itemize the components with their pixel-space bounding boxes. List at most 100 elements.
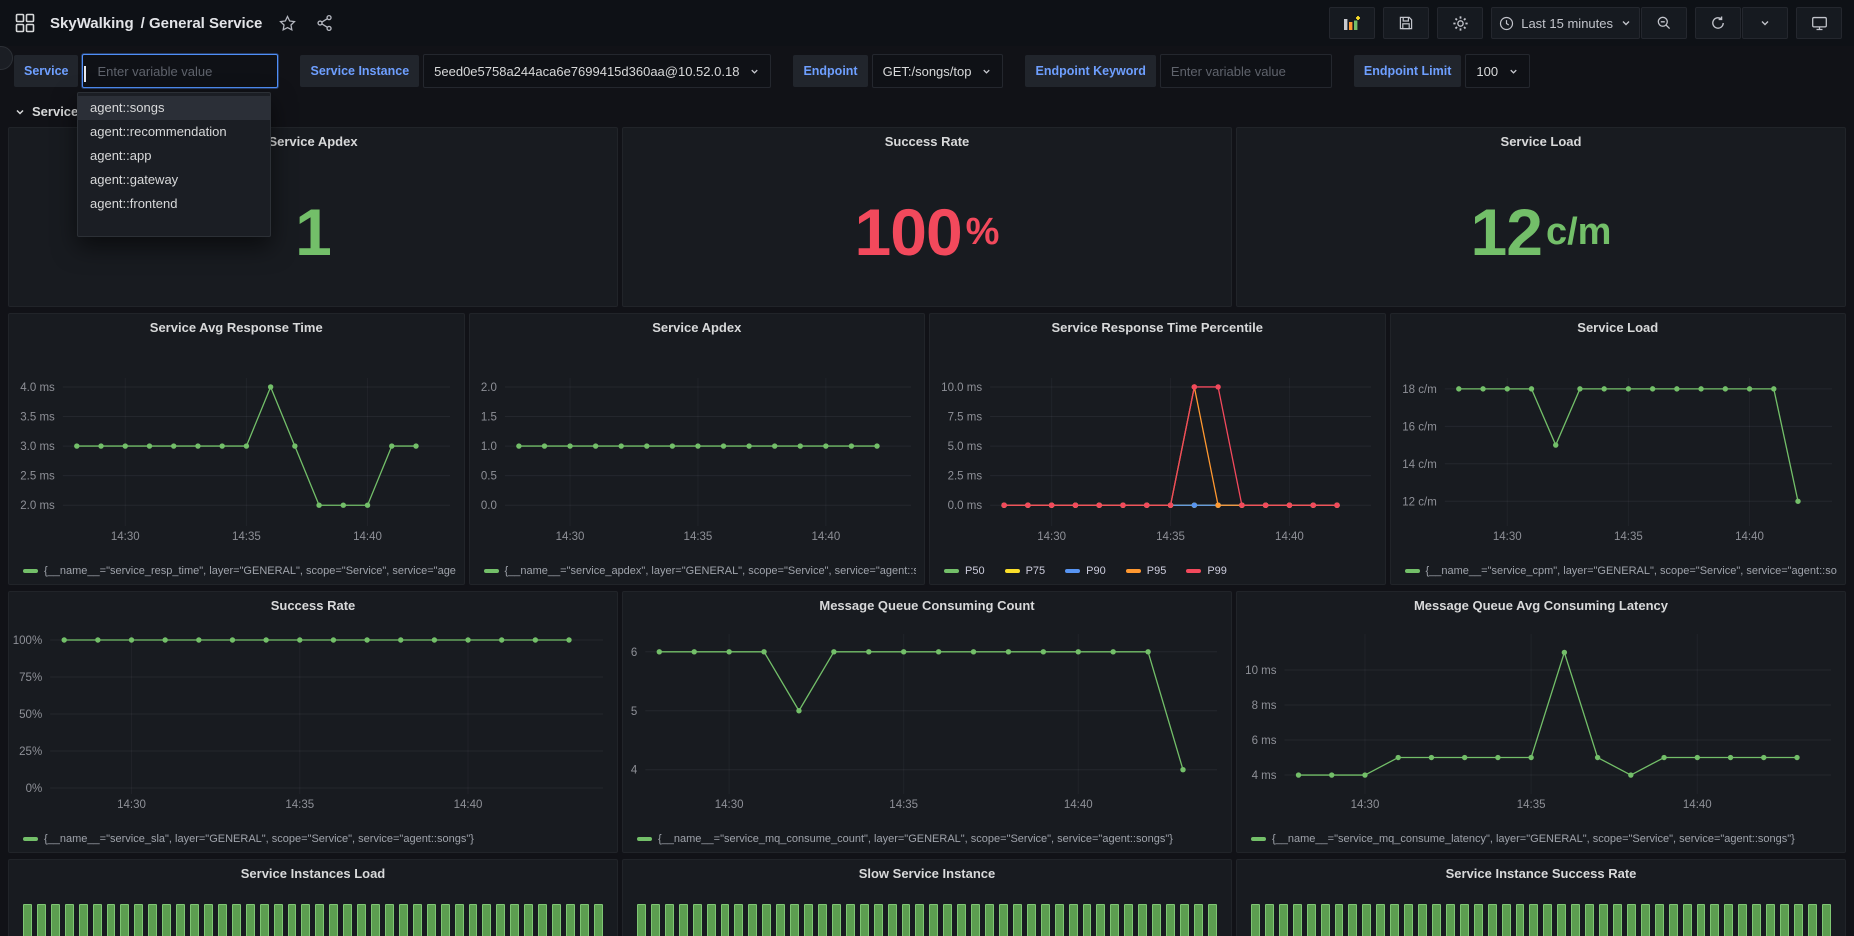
gauge-bar	[846, 904, 855, 936]
row-header-service[interactable]: Service	[0, 98, 1854, 121]
gauge-bar	[804, 904, 813, 936]
dropdown-option[interactable]: agent::gateway	[78, 168, 270, 192]
chart-legend[interactable]: {__name__="service_resp_time", layer="GE…	[23, 562, 456, 579]
chart-legend[interactable]: {__name__="service_cpm", layer="GENERAL"…	[1405, 562, 1838, 579]
share-icon[interactable]	[312, 10, 338, 36]
gauge-bar	[1348, 904, 1357, 936]
service-variable-input[interactable]	[82, 54, 278, 88]
gauge-bar	[441, 904, 450, 936]
panel-title[interactable]: Service Response Time Percentile	[930, 314, 1385, 344]
dropdown-option[interactable]: agent::recommendation	[78, 120, 270, 144]
gauge-bar	[1013, 904, 1022, 936]
gauge-bar	[190, 904, 199, 936]
chart-legend[interactable]: {__name__="service_mq_consume_latency", …	[1251, 830, 1837, 847]
gauge-bar	[510, 904, 519, 936]
gauge-bar	[274, 904, 283, 936]
stat-unit: c/m	[1546, 211, 1611, 254]
svg-text:7.5 ms: 7.5 ms	[948, 412, 983, 424]
gauge-bar	[888, 904, 897, 936]
legend-swatch-icon	[23, 569, 38, 573]
add-panel-icon	[1343, 15, 1361, 31]
legend-item[interactable]: P90	[1065, 565, 1106, 577]
svg-text:4.0 ms: 4.0 ms	[20, 382, 55, 394]
gauge-bar	[93, 904, 102, 936]
gauge-bar	[148, 904, 157, 936]
refresh-interval-button[interactable]	[1742, 7, 1788, 39]
panel-title[interactable]: Success Rate	[623, 128, 1231, 158]
gauge-bar	[1152, 904, 1161, 936]
svg-text:1.5: 1.5	[480, 412, 496, 424]
svg-text:4 ms: 4 ms	[1252, 770, 1277, 782]
chart-legend[interactable]: P50 P75 P90 P95 P99	[944, 562, 1377, 579]
gauge-bar	[1335, 904, 1344, 936]
legend-item[interactable]: P95	[1126, 565, 1167, 577]
panel-title[interactable]: Message Queue Consuming Count	[623, 592, 1231, 622]
chart-legend[interactable]: {__name__="service_mq_consume_count", la…	[637, 830, 1223, 847]
gauge-bar	[943, 904, 952, 936]
panel-title[interactable]: Success Rate	[9, 592, 617, 622]
dropdown-option[interactable]: agent::frontend	[78, 192, 270, 216]
clock-icon	[1499, 16, 1514, 31]
endpoint-limit-variable-value[interactable]: 100	[1465, 54, 1530, 88]
gauge-bar	[1418, 904, 1427, 936]
svg-text:3.0 ms: 3.0 ms	[20, 441, 55, 453]
panel-title[interactable]: Service Instance Success Rate	[1237, 860, 1845, 890]
gauge-bar	[580, 904, 589, 936]
panel-title[interactable]: Service Instances Load	[9, 860, 617, 890]
gauge-bar	[1166, 904, 1175, 936]
chart-plot: 4.0 ms3.5 ms3.0 ms2.5 ms2.0 ms14:3014:35…	[9, 344, 462, 562]
kiosk-mode-button[interactable]	[1796, 7, 1842, 39]
chart-legend[interactable]: {__name__="service_sla", layer="GENERAL"…	[23, 830, 609, 847]
add-panel-button[interactable]	[1329, 7, 1375, 39]
dashboard-settings-button[interactable]	[1437, 7, 1483, 39]
legend-item[interactable]: P99	[1186, 565, 1227, 577]
svg-text:2.5 ms: 2.5 ms	[20, 471, 55, 483]
service-instance-variable-value[interactable]: 5eed0e5758a244aca6e7699415d360aa@10.52.0…	[423, 54, 771, 88]
zoom-out-time-button[interactable]	[1641, 7, 1687, 39]
gauge-bar	[1279, 904, 1288, 936]
legend-item[interactable]: P75	[1005, 565, 1046, 577]
gauge-bar	[566, 904, 575, 936]
panel-service-avg-response-time: Service Avg Response Time4.0 ms3.5 ms3.0…	[8, 313, 465, 585]
time-range-picker[interactable]: Last 15 minutes	[1491, 7, 1640, 39]
svg-text:14:30: 14:30	[1351, 799, 1380, 811]
svg-text:14:35: 14:35	[1614, 531, 1643, 543]
panel-mq-avg-consuming-latency: Message Queue Avg Consuming Latency10 ms…	[1236, 591, 1846, 853]
refresh-button[interactable]	[1695, 7, 1741, 39]
save-dashboard-button[interactable]	[1383, 7, 1429, 39]
chart-legend[interactable]: {__name__="service_apdex", layer="GENERA…	[484, 562, 917, 579]
gauge-bar	[1502, 904, 1511, 936]
gauge-bar	[1376, 904, 1385, 936]
legend-label: P50	[965, 565, 985, 577]
panel-service-apdex-graph: Service Apdex2.01.51.00.50.014:3014:3514…	[469, 313, 926, 585]
gauge-bar	[707, 904, 716, 936]
breadcrumb-page-title[interactable]: / General Service	[141, 15, 263, 32]
gauge-bar	[413, 904, 422, 936]
panel-title[interactable]: Service Avg Response Time	[9, 314, 464, 344]
panel-title[interactable]: Message Queue Avg Consuming Latency	[1237, 592, 1845, 622]
legend-query-text: {__name__="service_mq_consume_count", la…	[658, 833, 1173, 845]
gauge-bar	[594, 904, 603, 936]
chart-plot: 10 ms8 ms6 ms4 ms14:3014:3514:40	[1237, 622, 1843, 830]
variable-endpoint-keyword: Endpoint Keyword	[1025, 54, 1331, 88]
gauge-bar	[665, 904, 674, 936]
dropdown-option[interactable]: agent::songs	[78, 96, 270, 120]
endpoint-variable-value[interactable]: GET:/songs/top	[872, 54, 1004, 88]
breadcrumb-dashboard-title[interactable]: SkyWalking	[50, 15, 134, 32]
star-icon[interactable]	[274, 10, 300, 36]
gauge-bar	[915, 904, 924, 936]
apps-grid-icon[interactable]	[12, 10, 38, 36]
gauge-bar	[1460, 904, 1469, 936]
charts-row-1: Service Avg Response Time4.0 ms3.5 ms3.0…	[8, 313, 1846, 585]
gauge-bar	[1362, 904, 1371, 936]
panel-title[interactable]: Service Load	[1237, 128, 1845, 158]
panel-title[interactable]: Slow Service Instance	[623, 860, 1231, 890]
panel-service-load-stat: Service Load 12 c/m	[1236, 127, 1846, 307]
gauge-bar	[1710, 904, 1719, 936]
panel-title[interactable]: Service Load	[1391, 314, 1846, 344]
legend-item[interactable]: P50	[944, 565, 985, 577]
panel-title[interactable]: Service Apdex	[470, 314, 925, 344]
gauge-bar	[1697, 904, 1706, 936]
dropdown-option[interactable]: agent::app	[78, 144, 270, 168]
endpoint-keyword-variable-input[interactable]	[1160, 54, 1332, 88]
